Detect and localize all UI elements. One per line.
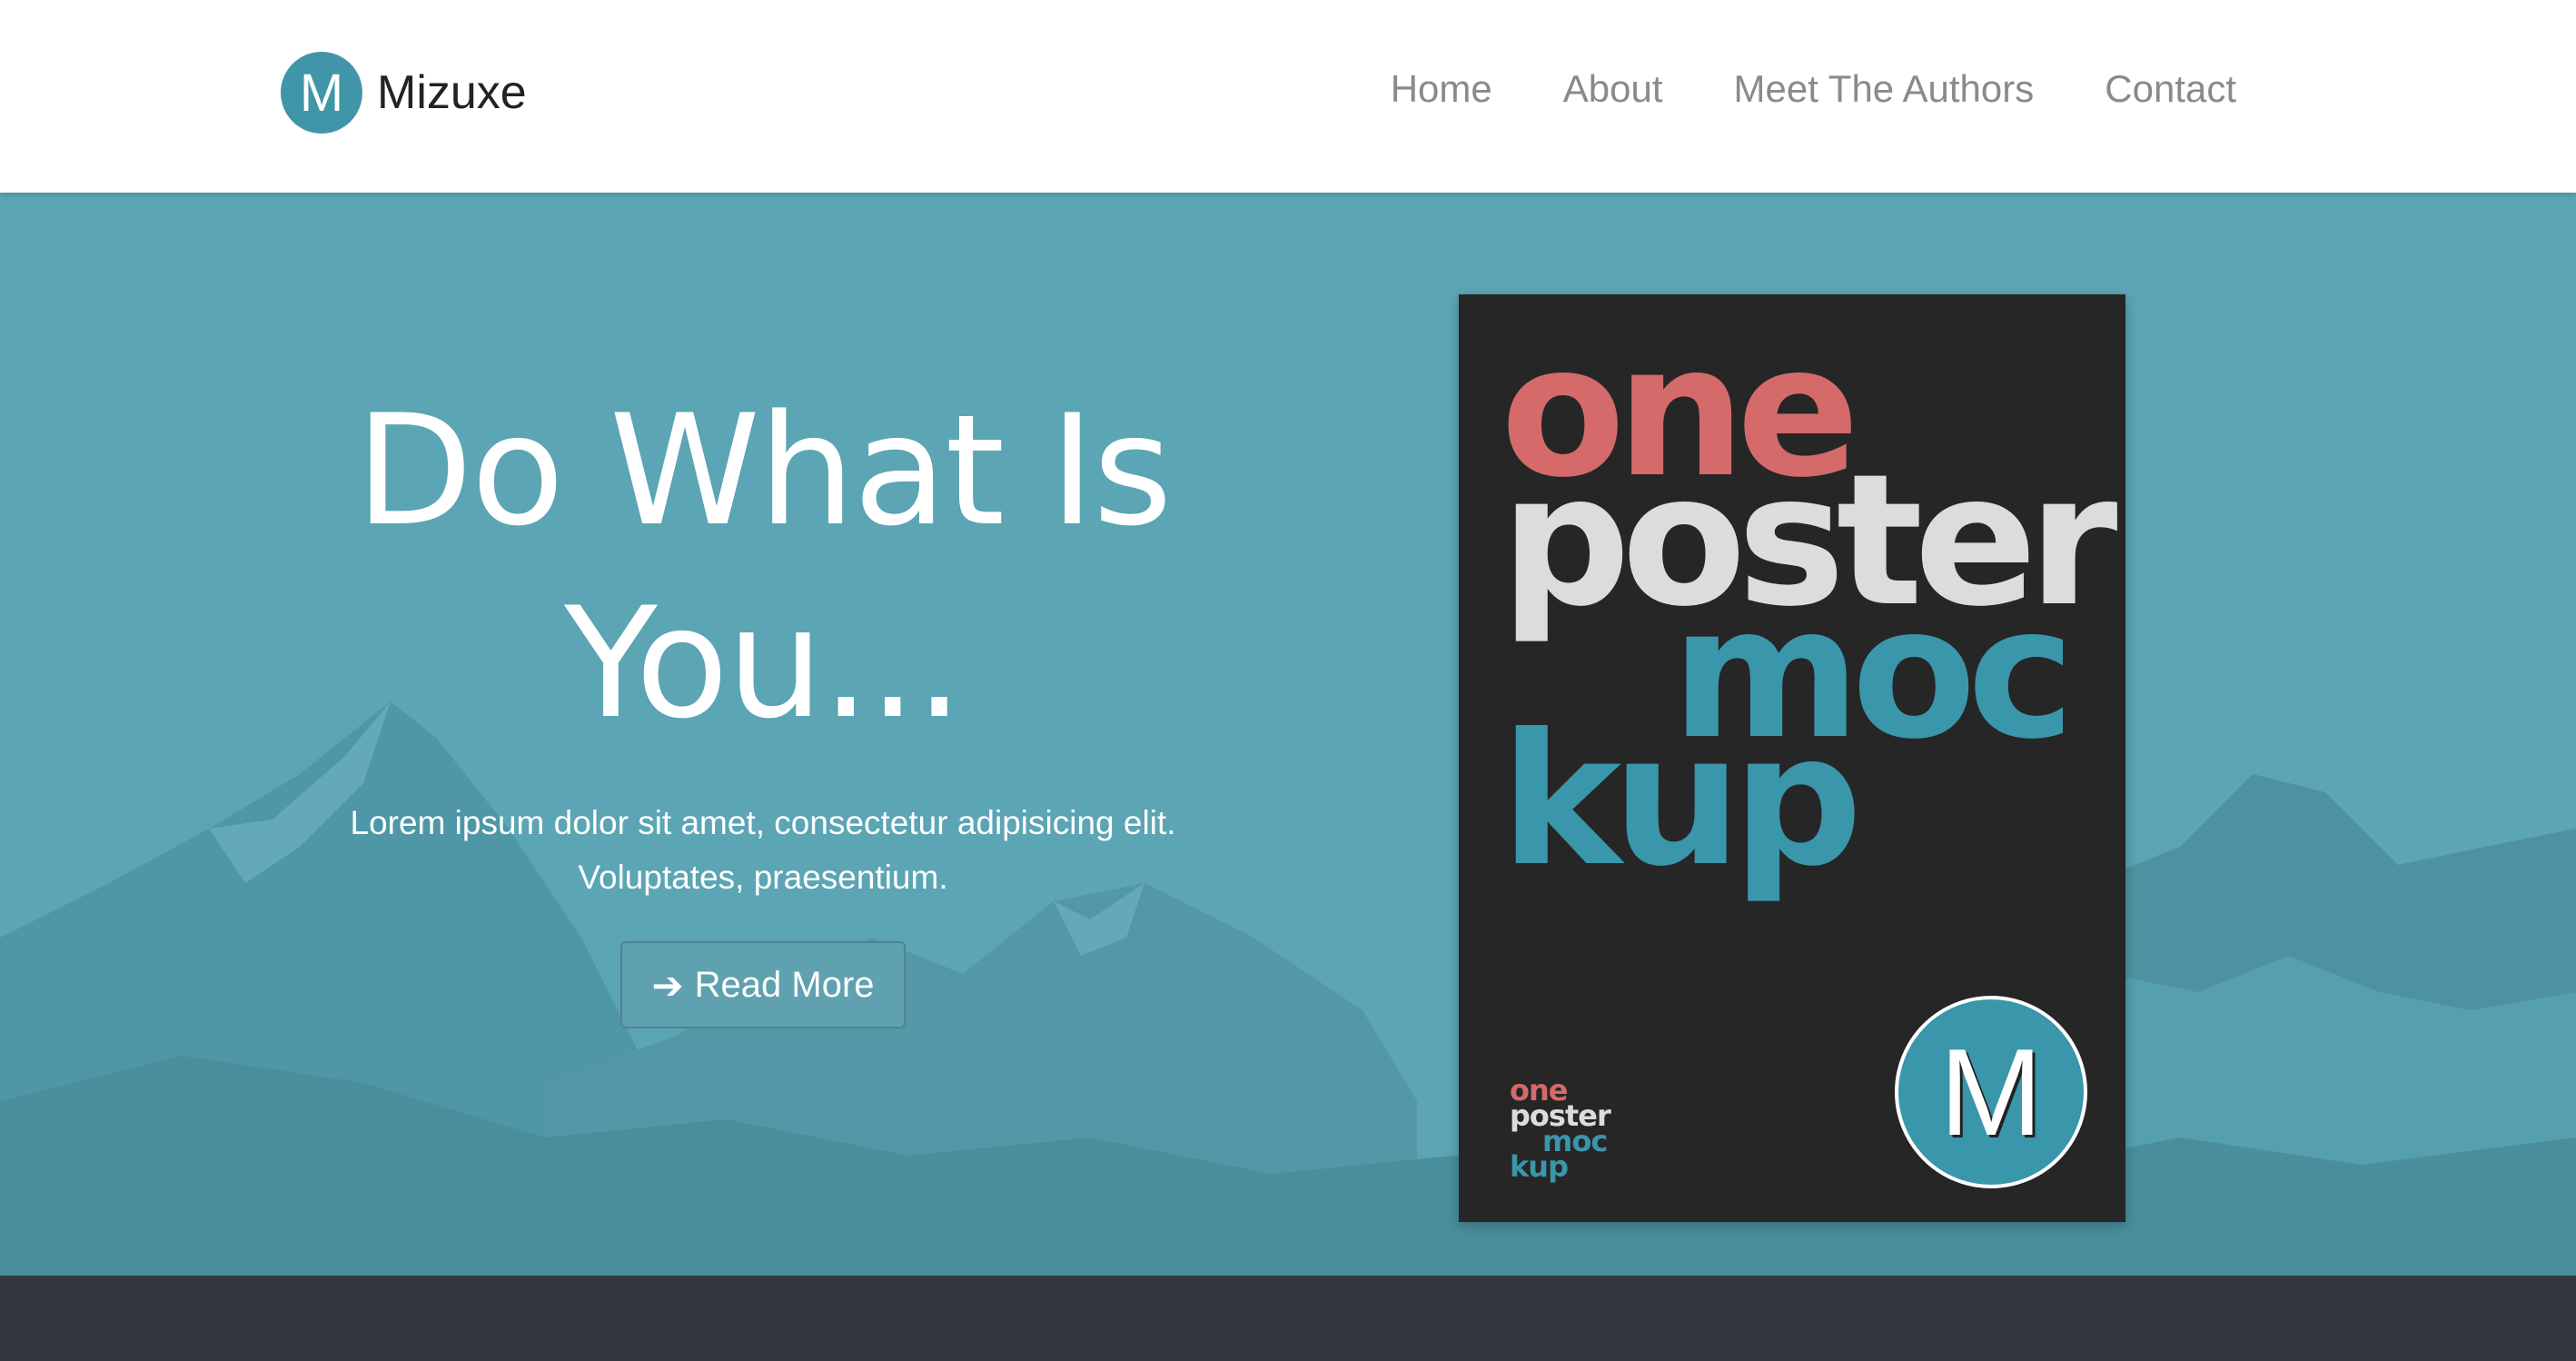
nav-link-contact[interactable]: Contact bbox=[2105, 67, 2236, 111]
brand-logo-icon: M bbox=[281, 52, 362, 134]
hero-title-line-1: Do What Is bbox=[355, 382, 1172, 560]
read-more-label: Read More bbox=[694, 964, 875, 1005]
nav-link-about[interactable]: About bbox=[1563, 67, 1663, 111]
poster-logo-letter: M bbox=[1939, 1023, 2043, 1161]
brand-logo-letter: M bbox=[299, 63, 344, 123]
hero-subtitle-line-1: Lorem ipsum dolor sit amet, consectetur … bbox=[350, 804, 1176, 841]
hero-subtitle: Lorem ipsum dolor sit amet, consectetur … bbox=[309, 796, 1217, 905]
brand-name: Mizuxe bbox=[377, 66, 527, 119]
poster-word-kup: kup bbox=[1501, 695, 1863, 907]
hero-title: Do What Is You... bbox=[309, 374, 1217, 760]
hero-subtitle-line-2: Voluptates, praesentium. bbox=[578, 859, 948, 896]
poster-mockup-image: one poster moc kup one poster moc kup M bbox=[1459, 294, 2125, 1222]
hero-text-block: Do What Is You... Lorem ipsum dolor sit … bbox=[309, 374, 1217, 1028]
next-section-strip bbox=[0, 1276, 2576, 1361]
nav-link-meet-the-authors[interactable]: Meet The Authors bbox=[1734, 67, 2035, 111]
poster-small-word-kup: kup bbox=[1510, 1149, 1569, 1184]
brand-link[interactable]: M Mizuxe bbox=[281, 51, 527, 134]
hero-title-line-2: You... bbox=[564, 574, 964, 752]
nav-link-home[interactable]: Home bbox=[1391, 67, 1492, 111]
poster-logo-icon: M bbox=[1895, 996, 2087, 1188]
navbar: M Mizuxe Home About Meet The Authors Con… bbox=[0, 0, 2576, 193]
main-nav: Home About Meet The Authors Contact bbox=[1391, 67, 2236, 111]
arrow-right-icon: ➔ bbox=[651, 963, 684, 1007]
read-more-button[interactable]: ➔ Read More bbox=[620, 941, 906, 1028]
hero-section: Do What Is You... Lorem ipsum dolor sit … bbox=[0, 193, 2576, 1276]
